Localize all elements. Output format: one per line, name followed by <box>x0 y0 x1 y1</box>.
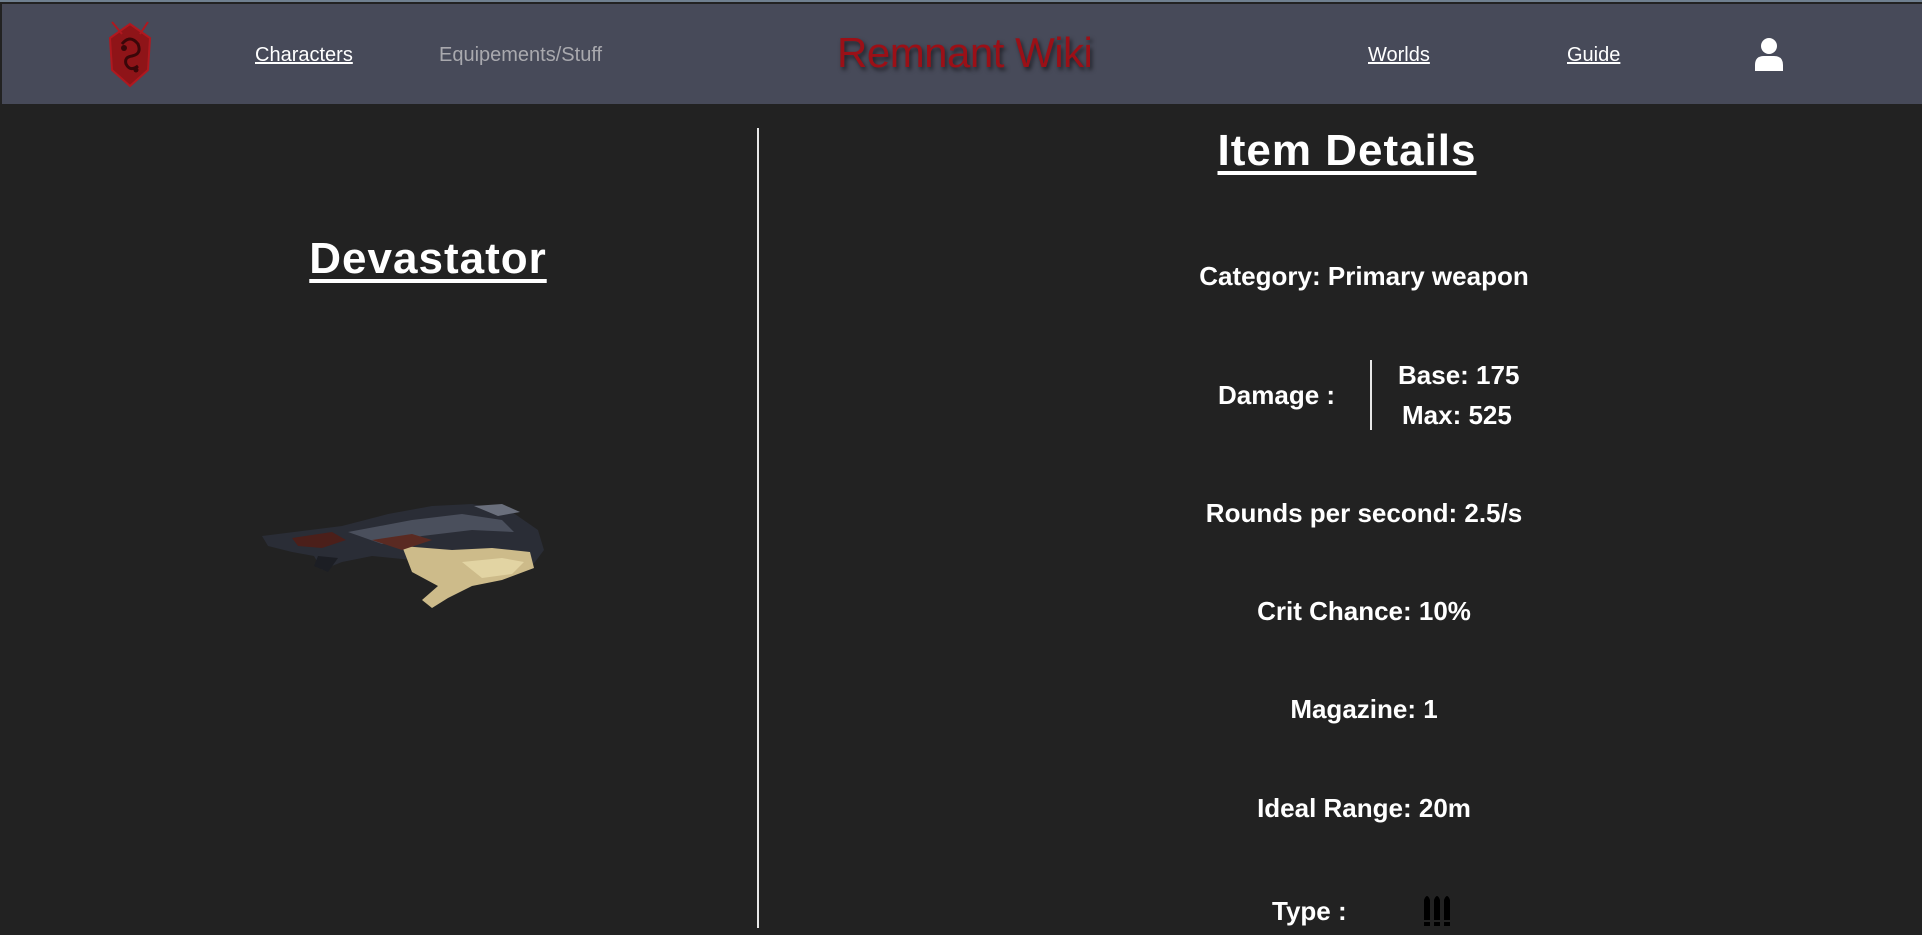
damage-max-value: Max: 525 <box>1402 400 1512 430</box>
nav-link-equipements[interactable]: Equipements/Stuff <box>439 44 602 67</box>
user-icon[interactable] <box>1755 37 1783 71</box>
nav-link-characters[interactable]: Characters <box>255 44 353 67</box>
type-label: Type : <box>1272 896 1347 926</box>
rounds-per-second-detail: Rounds per second: 2.5/s <box>1205 498 1523 528</box>
crit-chance-detail: Crit Chance: 10% <box>1257 596 1471 626</box>
remnant-emblem-icon[interactable] <box>104 20 156 90</box>
ammo-bullets-icon <box>1423 896 1452 926</box>
nav-link-worlds[interactable]: Worlds <box>1368 44 1430 67</box>
item-name-heading: Devastator <box>309 234 547 283</box>
navbar: Characters Equipements/Stuff Remnant Wik… <box>2 4 1922 104</box>
damage-base-value: Base: 175 <box>1398 360 1520 390</box>
panel-divider <box>757 128 759 928</box>
site-title[interactable]: Remnant Wiki <box>837 29 1093 77</box>
damage-divider <box>1370 360 1372 430</box>
category-detail: Category: Primary weapon <box>1199 261 1529 291</box>
damage-label: Damage : <box>1218 380 1336 410</box>
nav-link-guide[interactable]: Guide <box>1567 44 1620 67</box>
devastator-weapon-image <box>262 504 544 608</box>
page: Characters Equipements/Stuff Remnant Wik… <box>0 0 1922 935</box>
ideal-range-detail: Ideal Range: 20m <box>1257 793 1471 823</box>
magazine-detail: Magazine: 1 <box>1290 694 1438 724</box>
item-details-heading: Item Details <box>1217 126 1477 175</box>
